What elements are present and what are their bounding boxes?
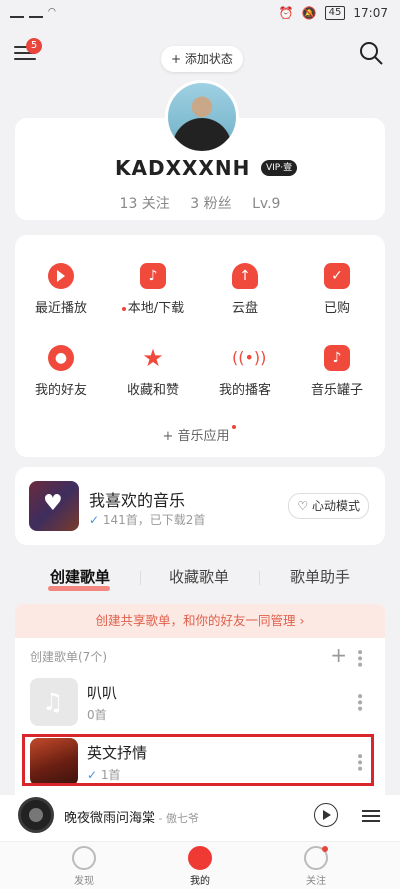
grid-item-label: 收藏和赞 <box>126 383 179 398</box>
profile-stats: 13 关注 3 粉丝 Lv.9 <box>15 193 385 213</box>
grid-item-local[interactable]: ♪ 本地/下载 <box>107 263 199 316</box>
notification-badge: 5 <box>26 38 42 54</box>
heartbeat-mode-button[interactable]: ♡ 心动模式 <box>288 493 369 519</box>
tab-assistant[interactable]: 歌单助手 <box>290 566 350 587</box>
nav-discover[interactable]: 发现 <box>54 846 114 887</box>
more-icon[interactable]: ••• <box>351 692 367 711</box>
bottom-nav: 发现 我的 关注 <box>0 841 400 889</box>
nav-label: 发现 <box>74 876 94 887</box>
following-count[interactable]: 13 关注 <box>120 196 170 212</box>
play-icon[interactable] <box>314 803 338 827</box>
now-playing-title: 晚夜微雨问海棠 <box>64 811 156 826</box>
cloud-icon: ↑ <box>232 263 258 289</box>
tab-divider <box>259 571 260 585</box>
signal-indicators: ◠ <box>10 6 56 18</box>
grid-item-label: 最近播放 <box>34 301 87 316</box>
liked-music-count: 141首，已下载2首 <box>102 513 206 527</box>
playlist-icon[interactable] <box>362 807 380 825</box>
created-playlists-header: 创建歌单(7个) <box>30 650 107 664</box>
grid-item-purchased[interactable]: ✓ 已购 <box>291 263 383 316</box>
grid-item-friends[interactable]: ● 我的好友 <box>15 345 107 398</box>
nav-label: 关注 <box>306 876 326 887</box>
music-icon <box>188 846 212 870</box>
tab-divider <box>140 571 141 585</box>
battery-icon: 45 <box>324 6 346 20</box>
level-label[interactable]: Lv.9 <box>252 196 280 212</box>
grid-item-label: 音乐罐子 <box>310 383 363 398</box>
podcast-icon: ((•)) <box>232 348 267 367</box>
grid-item-label: 我的好友 <box>34 383 87 398</box>
grid-item-favorites[interactable]: ★ 收藏和赞 <box>107 345 199 398</box>
vip-badge[interactable]: VIP·壹 <box>261 160 298 176</box>
download-icon: ♪ <box>140 263 166 289</box>
liked-music-card[interactable]: ♥ 我喜欢的音乐 ✓ 141首，已下载2首 ♡ 心动模式 <box>15 467 385 545</box>
grid-item-label: 本地/下载 <box>127 301 185 316</box>
discover-icon <box>72 846 96 870</box>
now-playing-info[interactable]: 晚夜微雨问海棠 - 傲七爷 <box>64 807 199 826</box>
feature-grid: 最近播放 ♪ 本地/下载 ↑ 云盘 ✓ 已购 ● 我的好友 ★ 收藏和赞 ((•… <box>15 235 385 457</box>
grid-item-label: 云盘 <box>231 301 258 316</box>
now-playing-disc[interactable] <box>18 797 54 833</box>
bag-icon: ✓ <box>324 263 350 289</box>
music-app-button[interactable]: + 音乐应用 <box>15 425 385 444</box>
wifi-icon: ◠ <box>48 7 56 17</box>
mute-icon: 🔕 <box>301 6 317 20</box>
grid-item-recent[interactable]: 最近播放 <box>15 263 107 316</box>
playlist-row[interactable]: ♫ 叭叭 0首 ••• <box>15 674 385 732</box>
add-status-button[interactable]: + 添加状态 <box>161 46 243 72</box>
heartbeat-mode-label: 心动模式 <box>311 499 360 513</box>
tab-created[interactable]: 创建歌单 <box>50 566 110 587</box>
clock: 17:07 <box>353 6 388 20</box>
shared-playlist-banner[interactable]: 创建共享歌单，和你的好友一同管理 › <box>15 604 385 638</box>
new-dot <box>322 846 328 852</box>
nav-label: 我的 <box>190 876 210 887</box>
now-playing-artist: - 傲七爷 <box>155 812 199 825</box>
music-note-icon: ♫ <box>42 688 64 716</box>
play-icon <box>48 263 74 289</box>
grid-item-cloud[interactable]: ↑ 云盘 <box>199 263 291 316</box>
status-bar: ◠ ⏰ 🔕 45 17:07 <box>0 0 400 28</box>
mini-player[interactable]: 晚夜微雨问海棠 - 傲七爷 <box>0 795 400 841</box>
playlist-count: 0首 <box>87 708 107 722</box>
new-dot <box>231 425 236 429</box>
more-icon[interactable]: ••• <box>351 648 367 667</box>
playlist-name: 叭叭 <box>87 684 118 702</box>
liked-music-cover: ♥ <box>29 481 79 531</box>
grid-item-label: 已购 <box>323 301 350 316</box>
playlist-tabs: 创建歌单 收藏歌单 歌单助手 <box>0 566 400 596</box>
nav-mine[interactable]: 我的 <box>170 846 230 887</box>
username[interactable]: KADXXXNH <box>115 156 250 180</box>
avatar[interactable] <box>165 80 239 154</box>
search-icon[interactable] <box>358 40 384 66</box>
jar-icon: ♪ <box>324 345 350 371</box>
heart-icon: ♥ <box>43 491 63 516</box>
new-dot <box>121 306 126 311</box>
signal-icon-2 <box>29 6 43 18</box>
followers-count[interactable]: 3 粉丝 <box>190 196 231 212</box>
grid-item-label: 我的播客 <box>218 383 271 398</box>
nav-follow[interactable]: 关注 <box>286 846 346 887</box>
grid-item-podcast[interactable]: ((•)) 我的播客 <box>199 345 291 398</box>
grid-item-jar[interactable]: ♪ 音乐罐子 <box>291 345 383 398</box>
heart-outline-icon: ♡ <box>297 499 309 513</box>
tab-collected[interactable]: 收藏歌单 <box>169 566 229 587</box>
music-app-label: + 音乐应用 <box>162 429 230 444</box>
add-playlist-icon[interactable]: + <box>330 643 347 667</box>
verified-icon: ✓ <box>89 513 100 527</box>
selection-highlight <box>22 734 374 786</box>
playlist-cover: ♫ <box>30 678 78 726</box>
star-icon: ★ <box>142 344 164 372</box>
signal-icon <box>10 6 24 18</box>
alarm-icon: ⏰ <box>278 6 294 20</box>
friends-icon: ● <box>48 345 74 371</box>
liked-music-subtitle: ✓ 141首，已下载2首 <box>89 511 205 528</box>
liked-music-title: 我喜欢的音乐 <box>89 491 186 510</box>
